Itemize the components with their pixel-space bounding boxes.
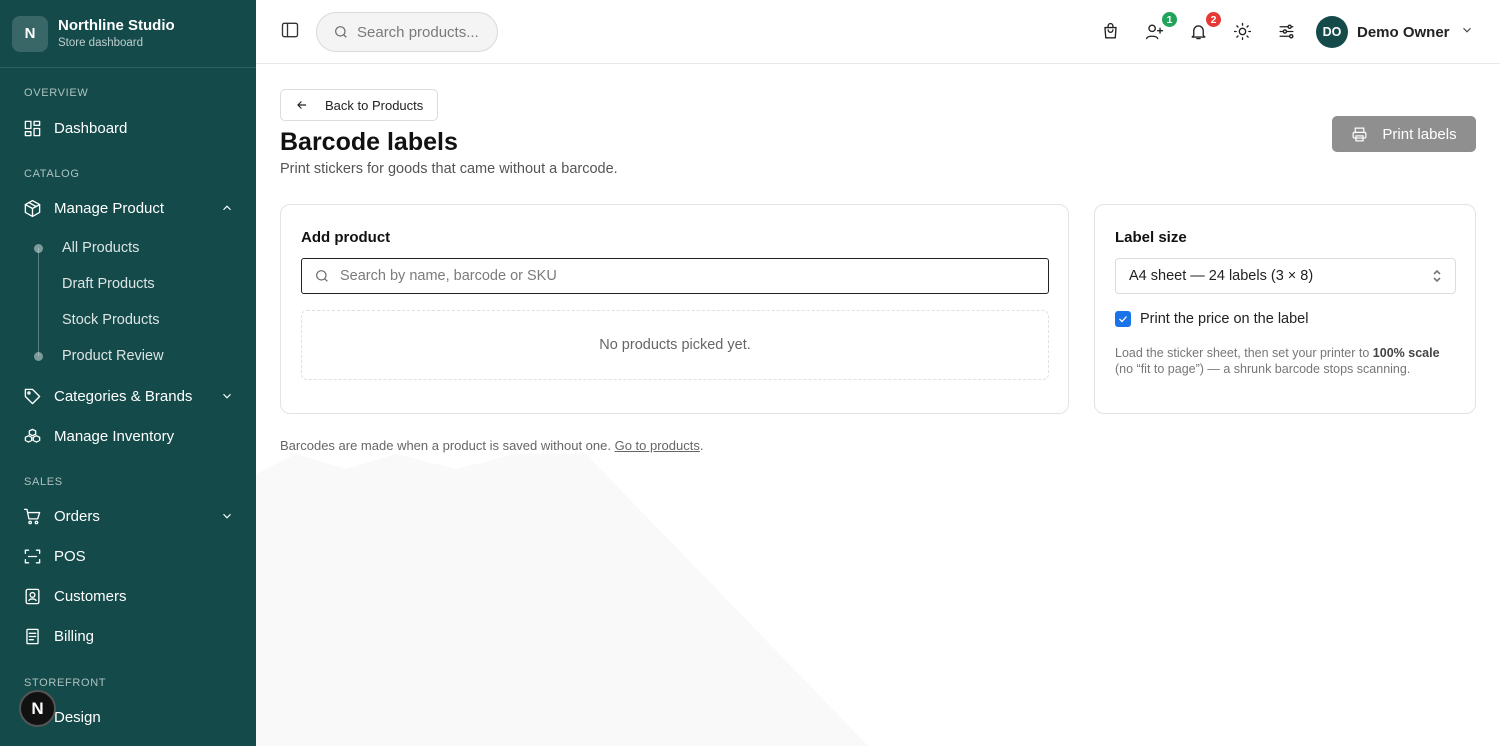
- sidebar-item-label: POS: [54, 547, 86, 565]
- submenu-dot: [34, 352, 43, 361]
- print-price-label: Print the price on the label: [1140, 311, 1309, 327]
- footer-text: Barcodes are made when a product is save…: [280, 438, 615, 453]
- hint-text: Load the sticker sheet, then set your pr…: [1115, 346, 1373, 360]
- sidebar-item-manage-product[interactable]: Manage Product: [0, 190, 256, 226]
- contact-icon: [22, 586, 42, 606]
- print-labels-button[interactable]: Print labels: [1332, 116, 1476, 152]
- sidebar-item-label: Dashboard: [54, 119, 128, 137]
- print-price-checkbox[interactable]: [1115, 311, 1131, 327]
- package-icon: [22, 198, 42, 218]
- top-search[interactable]: [316, 12, 498, 52]
- printer-icon: [1352, 127, 1367, 141]
- brand-subtitle: Store dashboard: [58, 36, 144, 49]
- sidebar-item-label: Orders: [54, 507, 100, 525]
- avatar: DO: [1316, 16, 1348, 48]
- product-search-input[interactable]: [340, 268, 1030, 284]
- section-label-storefront: STOREFRONT: [24, 677, 107, 689]
- floating-assistant-button[interactable]: N: [19, 690, 56, 727]
- sun-icon: [1233, 22, 1251, 40]
- empty-state: No products picked yet.: [301, 310, 1049, 380]
- topbar: 1 2 DO Demo Owner: [256, 0, 1500, 64]
- brand-name: Northline Studio: [58, 16, 175, 34]
- user-name: Demo Owner: [1357, 23, 1450, 41]
- sidebar-item-label: Manage Product: [54, 199, 165, 217]
- panel-left-icon: [281, 22, 299, 38]
- go-to-products-link[interactable]: Go to products: [615, 438, 700, 453]
- settings-sliders-button[interactable]: [1275, 20, 1297, 42]
- back-button-label: Back to Products: [325, 97, 424, 113]
- shopping-bag-icon: [1103, 22, 1117, 39]
- hint-emphasis: 100% scale: [1372, 346, 1440, 360]
- boxes-icon: [22, 426, 42, 446]
- search-icon: [316, 270, 328, 282]
- submenu-rail: [38, 248, 39, 356]
- sidebar-item-label: Manage Inventory: [54, 427, 175, 445]
- sidebar-item-label: Design: [54, 708, 101, 726]
- label-size-card: Label size A4 sheet — 24 labels (3 × 8) …: [1094, 204, 1476, 414]
- top-search-input[interactable]: [357, 23, 487, 41]
- scan-icon: [22, 546, 42, 566]
- notifications-badge: 2: [1204, 10, 1223, 29]
- sidebar-subitem-all-products[interactable]: All Products: [62, 236, 139, 260]
- receipt-icon: [22, 626, 42, 646]
- label-size-value: A4 sheet — 24 labels (3 × 8): [1129, 268, 1314, 284]
- sidebar-item-label: Categories & Brands: [54, 387, 193, 405]
- search-icon: [335, 26, 347, 38]
- footer-text: .: [699, 438, 704, 453]
- cart-icon: [22, 506, 42, 526]
- chevron-down-icon: [1460, 23, 1474, 42]
- footer-note: Barcodes are made when a product is save…: [280, 438, 704, 453]
- users-button[interactable]: 1: [1143, 10, 1179, 42]
- back-to-products-button[interactable]: Back to Products: [280, 89, 439, 121]
- notifications-button[interactable]: 2: [1187, 10, 1223, 42]
- sidebar-item-manage-inventory[interactable]: Manage Inventory: [0, 418, 256, 454]
- sidebar-subitem-draft-products[interactable]: Draft Products: [62, 272, 155, 296]
- label-size-select[interactable]: A4 sheet — 24 labels (3 × 8): [1115, 258, 1456, 294]
- product-search[interactable]: [301, 258, 1049, 294]
- print-labels-label: Print labels: [1382, 125, 1457, 143]
- sidebar-item-label: Billing: [54, 627, 95, 645]
- printer-hint: Load the sticker sheet, then set your pr…: [1115, 345, 1445, 377]
- tag-icon: [22, 386, 42, 406]
- page-subtitle: Print stickers for goods that came witho…: [280, 161, 618, 177]
- sidebar-item-orders[interactable]: Orders: [0, 498, 256, 534]
- sidebar-item-dashboard[interactable]: Dashboard: [0, 110, 256, 146]
- sidebar-toggle-button[interactable]: [280, 20, 302, 42]
- sidebar-item-categories-brands[interactable]: Categories & Brands: [0, 378, 256, 414]
- chevrons-up-down-icon: [1431, 269, 1443, 287]
- sliders-icon: [1278, 23, 1294, 39]
- page-title: Barcode labels: [280, 128, 458, 156]
- brand-logo: N: [12, 15, 48, 52]
- sidebar-item-customers[interactable]: Customers: [0, 578, 256, 614]
- chevron-down-icon: [220, 389, 234, 403]
- sidebar-subitem-product-review[interactable]: Product Review: [62, 344, 164, 368]
- sidebar: N Northline Studio Store dashboard OVERV…: [0, 0, 256, 746]
- section-label-overview: OVERVIEW: [24, 87, 89, 99]
- submenu-dot: [34, 244, 43, 253]
- main-content: Back to Products Barcode labels Print st…: [256, 64, 1500, 746]
- sidebar-item-billing[interactable]: Billing: [0, 618, 256, 654]
- add-product-title: Add product: [301, 229, 391, 246]
- arrow-left-icon: [297, 101, 307, 109]
- shopping-bag-button[interactable]: [1099, 20, 1121, 42]
- user-menu[interactable]: DO Demo Owner: [1316, 15, 1474, 49]
- sidebar-item-pos[interactable]: POS: [0, 538, 256, 574]
- add-product-card: Add product No products picked yet.: [280, 204, 1069, 414]
- check-icon: [1119, 316, 1127, 323]
- section-label-catalog: CATALOG: [24, 168, 80, 180]
- sidebar-item-label: Customers: [54, 587, 127, 605]
- hint-text: (no “fit to page”) — a shrunk barcode st…: [1115, 362, 1411, 376]
- print-price-option[interactable]: Print the price on the label: [1115, 311, 1308, 327]
- chevron-up-icon: [220, 201, 234, 215]
- chevron-down-icon: [220, 509, 234, 523]
- users-badge: 1: [1160, 10, 1179, 29]
- section-label-sales: SALES: [24, 476, 63, 488]
- label-size-title: Label size: [1115, 229, 1187, 246]
- background-decoration: [256, 454, 876, 746]
- dashboard-icon: [22, 118, 42, 138]
- sidebar-subitem-stock-products[interactable]: Stock Products: [62, 308, 160, 332]
- theme-toggle-button[interactable]: [1231, 20, 1253, 42]
- brand[interactable]: N Northline Studio Store dashboard: [0, 0, 256, 68]
